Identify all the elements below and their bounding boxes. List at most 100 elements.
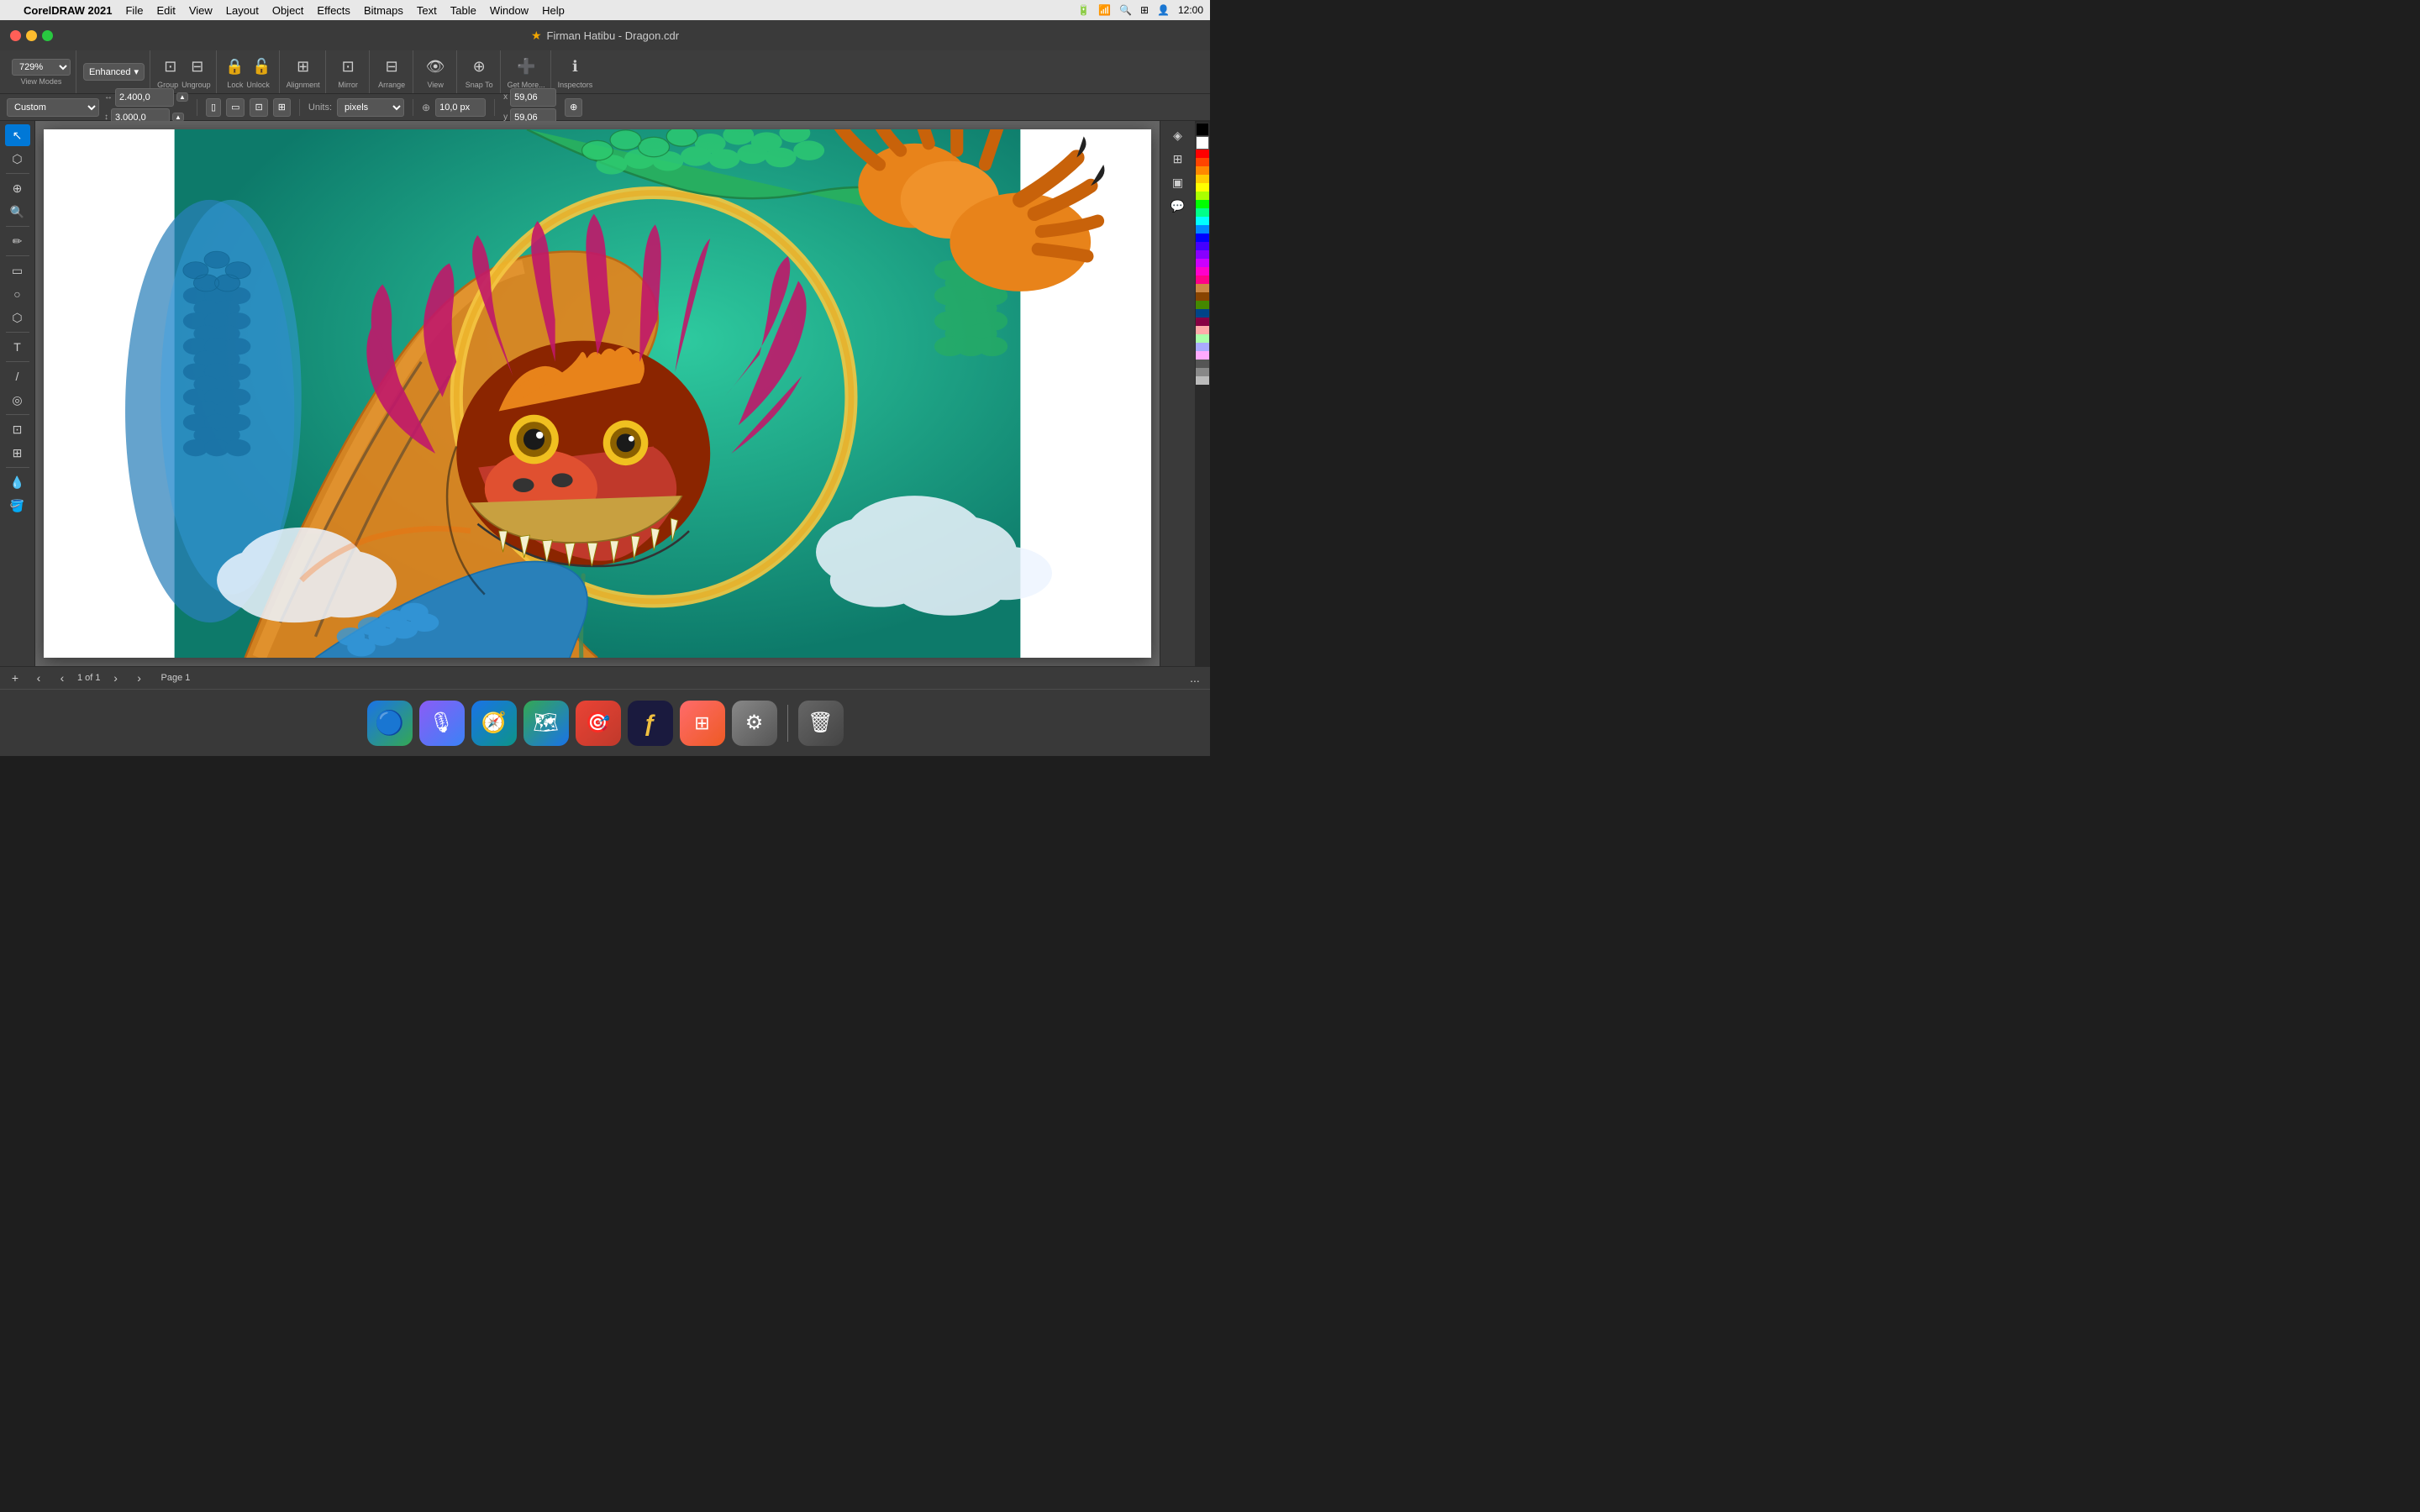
prev-page-button[interactable]: ‹ xyxy=(30,669,47,686)
color-violet[interactable] xyxy=(1196,250,1209,259)
dock-app[interactable]: 🎯 xyxy=(576,701,621,746)
nudge-input[interactable] xyxy=(435,98,486,117)
polygon-tool-button[interactable]: ⬡ xyxy=(5,307,30,328)
page-settings-button[interactable]: ⊞ xyxy=(273,98,291,117)
color-magenta[interactable] xyxy=(1196,267,1209,276)
width-stepper-up[interactable]: ▲ xyxy=(176,92,188,102)
add-page-button[interactable]: + xyxy=(7,669,24,686)
menu-object[interactable]: Object xyxy=(272,4,304,17)
color-red-orange[interactable] xyxy=(1196,158,1209,166)
landscape-button[interactable]: ▭ xyxy=(226,98,245,117)
page-size-select[interactable]: Custom Letter A4 xyxy=(7,98,99,117)
maximize-button[interactable] xyxy=(42,30,53,41)
ungroup-button[interactable]: ⊟ xyxy=(186,55,209,79)
snap-to-button[interactable]: ⊕ xyxy=(467,55,491,79)
color-red[interactable] xyxy=(1196,150,1209,158)
menu-text[interactable]: Text xyxy=(417,4,437,17)
menu-layout[interactable]: Layout xyxy=(226,4,259,17)
select-tool-button[interactable]: ↖ xyxy=(5,124,30,146)
color-light-gray[interactable] xyxy=(1196,376,1209,385)
dock-launchpad[interactable]: ⊞ xyxy=(680,701,725,746)
zoom-select[interactable]: 729% 100% 50% xyxy=(12,59,71,76)
status-dots-button[interactable]: ... xyxy=(1186,669,1203,686)
dock-siri[interactable]: 🎙 xyxy=(419,701,465,746)
transform-tool-button[interactable]: ⊕ xyxy=(5,177,30,199)
color-light-blue[interactable] xyxy=(1196,225,1209,234)
user-icon[interactable]: 👤 xyxy=(1157,4,1170,16)
dock-system-prefs[interactable]: ⚙ xyxy=(732,701,777,746)
lock-button[interactable]: 🔒 xyxy=(224,55,247,79)
color-green[interactable] xyxy=(1196,200,1209,208)
menu-effects[interactable]: Effects xyxy=(317,4,350,17)
search-icon[interactable]: 🔍 xyxy=(1119,4,1132,16)
color-white[interactable] xyxy=(1196,136,1209,150)
dock-safari[interactable]: 🧭 xyxy=(471,701,517,746)
line-tool-button[interactable]: / xyxy=(5,365,30,387)
text-tool-button[interactable]: T xyxy=(5,336,30,358)
fill-tool-button[interactable]: 🪣 xyxy=(5,495,30,517)
menu-file[interactable]: File xyxy=(125,4,143,17)
color-styles-button[interactable]: ◈ xyxy=(1165,124,1191,146)
color-cyan[interactable] xyxy=(1196,217,1209,225)
color-light-pink[interactable] xyxy=(1196,326,1209,334)
zoom-tool-button[interactable]: 🔍 xyxy=(5,201,30,223)
color-dark-gray[interactable] xyxy=(1196,360,1209,368)
resize-page-button[interactable]: ⊡ xyxy=(250,98,267,117)
dock-trash[interactable]: 🗑 xyxy=(798,701,844,746)
color-gray[interactable] xyxy=(1196,368,1209,376)
inspectors-button[interactable]: ℹ xyxy=(563,55,587,79)
menu-view[interactable]: View xyxy=(189,4,213,17)
menu-window[interactable]: Window xyxy=(490,4,529,17)
group-button[interactable]: ⊡ xyxy=(159,55,182,79)
ellipse-tool-button[interactable]: ○ xyxy=(5,283,30,305)
freehand-tool-button[interactable]: ✏ xyxy=(5,230,30,252)
color-yellow-green[interactable] xyxy=(1196,192,1209,200)
app-name[interactable]: CorelDRAW 2021 xyxy=(24,4,112,17)
next-page-button[interactable]: › xyxy=(108,669,124,686)
color-purple[interactable] xyxy=(1196,259,1209,267)
width-input[interactable] xyxy=(115,88,174,107)
mirror-button[interactable]: ⊡ xyxy=(336,55,360,79)
minimize-button[interactable] xyxy=(26,30,37,41)
crop-tool-button[interactable]: ⊡ xyxy=(5,418,30,440)
dock-maps[interactable]: 🗺 xyxy=(523,701,569,746)
x-input[interactable] xyxy=(510,88,556,107)
color-olive[interactable] xyxy=(1196,301,1209,309)
next-page-button-2[interactable]: › xyxy=(131,669,148,686)
color-yellow[interactable] xyxy=(1196,175,1209,183)
menu-help[interactable]: Help xyxy=(542,4,565,17)
dock-fontlab[interactable]: ƒ xyxy=(628,701,673,746)
alignment-button[interactable]: ⊞ xyxy=(292,55,315,79)
dragon-canvas[interactable] xyxy=(44,129,1151,658)
portrait-button[interactable]: ▯ xyxy=(206,98,221,117)
comments-button[interactable]: 💬 xyxy=(1165,195,1191,217)
node-tool-button[interactable]: ⬡ xyxy=(5,148,30,170)
units-select[interactable]: pixels inches mm xyxy=(337,98,404,117)
canvas-area[interactable] xyxy=(35,121,1160,666)
menu-edit[interactable]: Edit xyxy=(156,4,175,17)
color-spring-green[interactable] xyxy=(1196,208,1209,217)
color-maroon[interactable] xyxy=(1196,318,1209,326)
copy-properties-button[interactable]: ▣ xyxy=(1165,171,1191,193)
menu-bitmaps[interactable]: Bitmaps xyxy=(364,4,403,17)
view-button[interactable]: 👁 xyxy=(424,55,447,79)
dock-finder[interactable]: 🔵 xyxy=(367,701,413,746)
eyedropper-tool-button[interactable]: 💧 xyxy=(5,471,30,493)
arrange-button[interactable]: ⊟ xyxy=(380,55,403,79)
spiral-tool-button[interactable]: ◎ xyxy=(5,389,30,411)
color-light-green[interactable] xyxy=(1196,334,1209,343)
color-brown[interactable] xyxy=(1196,284,1209,292)
color-light-purple[interactable] xyxy=(1196,351,1209,360)
color-orange[interactable] xyxy=(1196,166,1209,175)
transform-button[interactable]: ⊕ xyxy=(565,98,582,117)
color-dark-blue[interactable] xyxy=(1196,309,1209,318)
get-more-button[interactable]: ➕ xyxy=(514,55,538,79)
color-black[interactable] xyxy=(1196,123,1209,136)
transform-panel-button[interactable]: ⊞ xyxy=(1165,148,1191,170)
menu-table[interactable]: Table xyxy=(450,4,476,17)
color-hot-pink[interactable] xyxy=(1196,276,1209,284)
rectangle-tool-button[interactable]: ▭ xyxy=(5,260,30,281)
control-center-icon[interactable]: ⊞ xyxy=(1140,4,1149,16)
prev-page-button-2[interactable]: ‹ xyxy=(54,669,71,686)
color-light-blue-2[interactable] xyxy=(1196,343,1209,351)
